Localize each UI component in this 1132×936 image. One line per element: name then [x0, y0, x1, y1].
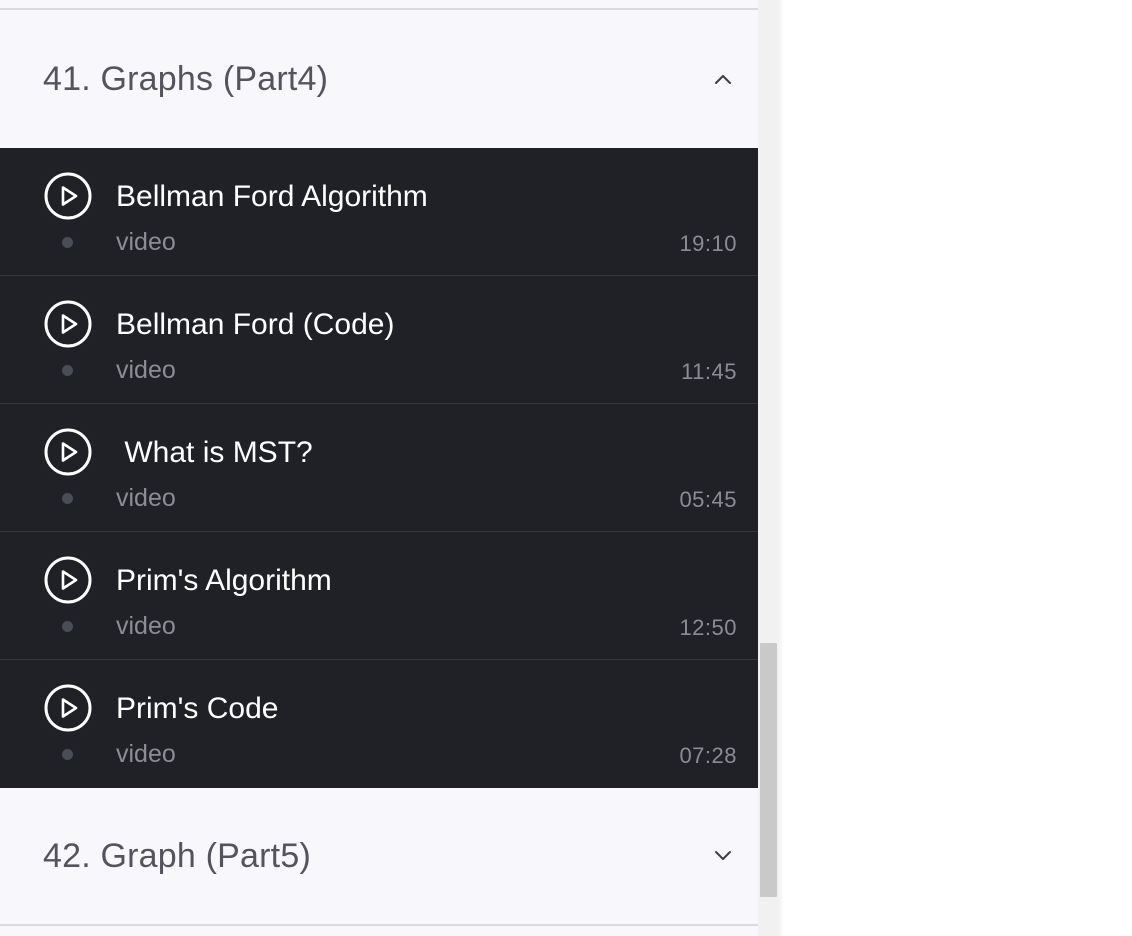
lesson-duration: 12:50	[679, 615, 737, 640]
course-curriculum-panel: 41. Graphs (Part4) Bellman Ford Algorith…	[0, 0, 758, 936]
section-header-42[interactable]: 42. Graph (Part5)	[0, 788, 758, 924]
lesson-item[interactable]: Prim's Code video 07:28	[0, 660, 758, 788]
section-title: 41. Graphs (Part4)	[43, 59, 329, 98]
lesson-duration: 11:45	[681, 359, 737, 384]
play-circle-icon[interactable]	[44, 428, 92, 476]
lesson-type: video	[116, 228, 176, 256]
lesson-type: video	[116, 740, 176, 768]
status-dot	[62, 749, 73, 760]
status-dot	[62, 621, 73, 632]
section-header-41[interactable]: 41. Graphs (Part4)	[0, 10, 758, 148]
lesson-title[interactable]: Prim's Code	[116, 692, 278, 726]
lesson-item[interactable]: Bellman Ford (Code) video 11:45	[0, 276, 758, 404]
status-dot	[62, 493, 73, 504]
play-circle-icon[interactable]	[44, 300, 92, 348]
lesson-duration: 05:45	[679, 487, 737, 512]
play-circle-icon[interactable]	[44, 172, 92, 220]
play-circle-icon[interactable]	[44, 556, 92, 604]
lesson-title[interactable]: Prim's Algorithm	[116, 564, 332, 598]
chevron-down-icon[interactable]	[712, 845, 734, 867]
lesson-type: video	[116, 484, 176, 512]
panel-shadow	[778, 0, 784, 936]
lesson-list: Bellman Ford Algorithm video 19:10 Bellm…	[0, 148, 758, 788]
lesson-item[interactable]: What is MST? video 05:45	[0, 404, 758, 532]
lesson-item[interactable]: Prim's Algorithm video 12:50	[0, 532, 758, 660]
status-dot	[62, 237, 73, 248]
section-title: 42. Graph (Part5)	[43, 836, 311, 875]
lesson-title[interactable]: What is MST?	[116, 436, 312, 470]
status-dot	[62, 365, 73, 376]
divider	[0, 924, 758, 926]
lesson-title[interactable]: Bellman Ford Algorithm	[116, 180, 428, 214]
play-circle-icon[interactable]	[44, 684, 92, 732]
lesson-type: video	[116, 356, 176, 384]
lesson-type: video	[116, 612, 176, 640]
lesson-title[interactable]: Bellman Ford (Code)	[116, 308, 394, 342]
lesson-duration: 07:28	[679, 743, 737, 768]
lesson-duration: 19:10	[679, 231, 737, 256]
scrollbar-thumb[interactable]	[760, 643, 777, 897]
lesson-item[interactable]: Bellman Ford Algorithm video 19:10	[0, 148, 758, 276]
chevron-up-icon[interactable]	[712, 68, 734, 90]
